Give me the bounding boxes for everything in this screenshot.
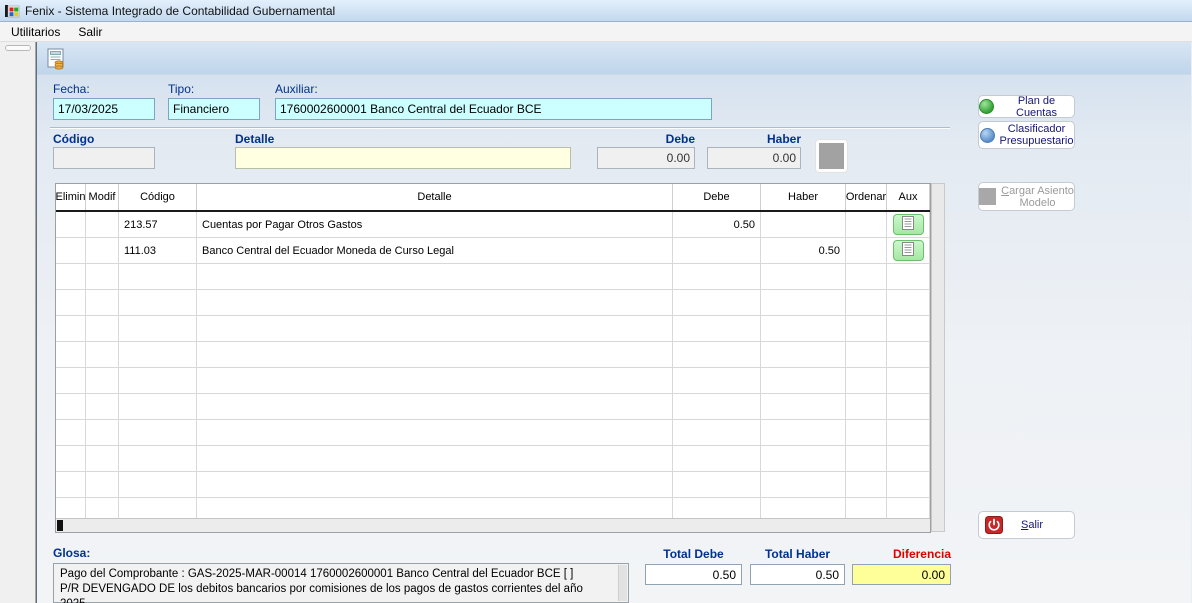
haber-entry-label: Haber: [707, 132, 801, 146]
total-haber-label: Total Haber: [750, 547, 845, 561]
debe-entry-label: Debe: [597, 132, 695, 146]
vertical-scrollbar[interactable]: [931, 183, 945, 532]
app-icon: [4, 3, 20, 19]
table-row[interactable]: 111.03Banco Central del Ecuador Moneda d…: [56, 238, 930, 264]
menu-bar: Utilitarios Salir: [0, 22, 1192, 42]
plan-de-cuentas-label: Plan de Cuentas: [999, 95, 1074, 119]
tipo-field[interactable]: Financiero: [168, 98, 260, 120]
diferencia-field: 0.00: [852, 564, 951, 585]
column-header-elimin[interactable]: Elimin: [56, 184, 86, 210]
form-separator: [50, 127, 950, 129]
table-body: 213.57Cuentas por Pagar Otros Gastos0.50…: [56, 212, 930, 518]
toolbar: [37, 42, 1191, 75]
column-header-debe[interactable]: Debe: [673, 184, 761, 210]
codigo-entry-label: Código: [53, 132, 94, 146]
auxiliar-field[interactable]: 1760002600001 Banco Central del Ecuador …: [275, 98, 712, 120]
journal-entry-icon[interactable]: [45, 47, 69, 71]
table-empty-row: [56, 264, 930, 290]
table-row[interactable]: 213.57Cuentas por Pagar Otros Gastos0.50: [56, 212, 930, 238]
table-empty-row: [56, 316, 930, 342]
menu-utilitarios[interactable]: Utilitarios: [2, 23, 69, 41]
horizontal-scrollbar[interactable]: [56, 518, 930, 532]
power-icon: [985, 516, 1003, 534]
total-debe-label: Total Debe: [645, 547, 742, 561]
green-sphere-icon: [979, 99, 994, 114]
table-empty-row: [56, 394, 930, 420]
detalle-entry-label: Detalle: [235, 132, 274, 146]
column-header-codigo[interactable]: Código: [119, 184, 197, 210]
cargar-asiento-label: Cargar AsientoModelo: [1001, 185, 1074, 209]
column-header-detalle[interactable]: Detalle: [197, 184, 673, 210]
aux-button[interactable]: [893, 240, 924, 261]
clasificador-label: ClasificadorPresupuestario: [1000, 123, 1074, 147]
horizontal-scrollbar-thumb[interactable]: [57, 520, 63, 531]
table-empty-row: [56, 420, 930, 446]
haber-entry-field[interactable]: 0.00: [707, 147, 801, 169]
salir-button[interactable]: Salir: [978, 511, 1075, 539]
column-header-ordenar[interactable]: Ordenar: [846, 184, 887, 210]
blue-sphere-icon: [980, 128, 995, 143]
glosa-line1: Pago del Comprobante : GAS-2025-MAR-0001…: [60, 567, 614, 582]
detalle-entry-field[interactable]: [235, 147, 571, 169]
column-header-aux[interactable]: Aux: [887, 184, 930, 210]
table-empty-row: [56, 290, 930, 316]
left-rail: [0, 42, 36, 603]
aux-document-icon: [902, 242, 914, 259]
entries-table: EliminModifCódigoDetalleDebeHaberOrdenar…: [55, 183, 931, 533]
tipo-label: Tipo:: [168, 82, 194, 96]
table-empty-row: [56, 472, 930, 498]
table-empty-row: [56, 368, 930, 394]
glosa-scrollbar[interactable]: [618, 565, 627, 601]
clasificador-presupuestario-button[interactable]: ClasificadorPresupuestario: [978, 121, 1075, 149]
glosa-textarea[interactable]: Pago del Comprobante : GAS-2025-MAR-0001…: [53, 563, 629, 603]
gray-square-icon: [979, 188, 996, 205]
fecha-label: Fecha:: [53, 82, 90, 96]
total-debe-field: 0.50: [645, 564, 742, 585]
title-bar: Fenix - Sistema Integrado de Contabilida…: [0, 0, 1192, 22]
salir-label: Salir: [1021, 519, 1043, 531]
table-empty-row: [56, 446, 930, 472]
auxiliar-label: Auxiliar:: [275, 82, 318, 96]
column-header-haber[interactable]: Haber: [761, 184, 846, 210]
plan-de-cuentas-button[interactable]: Plan de Cuentas: [978, 95, 1075, 118]
main-panel: Fecha: 17/03/2025 Tipo: Financiero Auxil…: [36, 42, 1191, 603]
aux-button[interactable]: [893, 214, 924, 235]
codigo-entry-field[interactable]: [53, 147, 155, 169]
diferencia-label: Diferencia: [852, 547, 951, 561]
table-header-row: EliminModifCódigoDetalleDebeHaberOrdenar…: [56, 184, 930, 212]
debe-entry-field[interactable]: 0.00: [597, 147, 695, 169]
menu-salir[interactable]: Salir: [69, 23, 111, 41]
glosa-line2: P/R DEVENGADO DE los debitos bancarios p…: [60, 582, 614, 603]
cargar-asiento-modelo-button[interactable]: Cargar AsientoModelo: [978, 182, 1075, 211]
fecha-field[interactable]: 17/03/2025: [53, 98, 155, 120]
column-header-modif[interactable]: Modif: [86, 184, 119, 210]
glosa-label: Glosa:: [53, 546, 90, 560]
table-empty-row: [56, 498, 930, 518]
aux-document-icon: [902, 216, 914, 233]
gray-square-icon: [819, 143, 844, 169]
total-haber-field: 0.50: [750, 564, 845, 585]
add-entry-button[interactable]: [815, 139, 848, 173]
table-empty-row: [56, 342, 930, 368]
window-title: Fenix - Sistema Integrado de Contabilida…: [25, 4, 335, 18]
rail-collapse-handle[interactable]: [5, 45, 31, 51]
